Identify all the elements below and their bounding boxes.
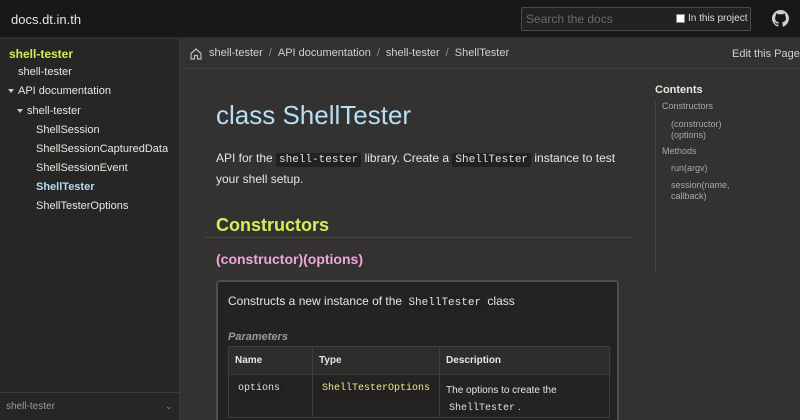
breadcrumb-separator: / (445, 47, 449, 59)
chevron-down-icon: ⌄ (165, 401, 173, 411)
inline-code: ShellTester (405, 296, 485, 310)
sidebar-item-shelltesteroptions[interactable]: ShellTesterOptions (36, 200, 128, 212)
breadcrumb-bar: shell-tester / API documentation / shell-tes… (181, 39, 800, 69)
sidebar-item-label: API documentation (18, 85, 111, 97)
column-header: Name (228, 346, 313, 375)
table-header-row: Name Type Description (228, 346, 611, 375)
github-icon[interactable] (772, 10, 789, 27)
breadcrumb-separator: / (376, 47, 380, 59)
home-icon[interactable] (189, 47, 203, 61)
intro-text: API for the (216, 151, 277, 165)
parameters-label: Parameters (228, 331, 288, 343)
edit-page-link[interactable]: Edit this Page (732, 48, 800, 60)
breadcrumb: shell-tester / API documentation / shell-tes… (209, 47, 509, 59)
sidebar-item-shell-tester-package[interactable]: shell-tester (17, 105, 81, 117)
param-description-end: . (518, 402, 521, 413)
sidebar-item-shellsessioncaptureddata[interactable]: ShellSessionCapturedData (36, 143, 168, 155)
sidebar-item-shellsessionevent[interactable]: ShellSessionEvent (36, 162, 128, 174)
toc-item-session[interactable]: session(name, (671, 180, 730, 191)
description-text: Constructs a new instance of the (228, 294, 406, 308)
section-heading-constructors: Constructors (216, 215, 330, 235)
section-divider (205, 237, 631, 238)
param-name: options (235, 382, 284, 395)
in-project-label: In this project (688, 13, 748, 24)
table-cell: options (228, 374, 313, 418)
inline-code: ShellTester (452, 153, 532, 167)
table-cell: The options to create the ShellTester. (439, 374, 611, 418)
project-selector[interactable]: shell-tester ⌄ (0, 392, 180, 420)
sidebar-project-title[interactable]: shell-tester (9, 47, 73, 61)
in-project-checkbox[interactable] (676, 14, 685, 23)
breadcrumb-item[interactable]: shell-tester (209, 47, 263, 59)
member-heading-constructor: (constructor)(options) (216, 251, 363, 267)
member-card: Constructs a new instance of the ShellTe… (216, 280, 619, 420)
top-bar: docs.dt.in.th In this project (0, 0, 800, 38)
breadcrumb-separator: / (268, 47, 272, 59)
toc-item-constructor[interactable]: (constructor) (671, 119, 722, 130)
page-title: class ShellTester (216, 100, 412, 130)
parameters-table: Name Type Description options ShellTeste… (228, 346, 611, 418)
table-row: options ShellTesterOptions The options t… (228, 374, 611, 418)
toc-item-methods[interactable]: Methods (662, 146, 697, 157)
member-description: Constructs a new instance of the ShellTe… (228, 294, 515, 310)
sidebar-item-shell-tester-home[interactable]: shell-tester (18, 66, 72, 78)
inline-code: shell-tester (276, 153, 362, 167)
column-header: Type (311, 346, 441, 375)
param-description: The options to create the (446, 385, 557, 396)
toc-title: Contents (655, 84, 703, 96)
toc-list: Constructors (constructor) (options) Met… (655, 101, 795, 271)
expand-triangle-icon[interactable] (8, 89, 14, 94)
column-header: Description (439, 346, 611, 375)
intro-text: library. Create a (361, 151, 453, 165)
page-intro: API for the shell-tester library. Create… (216, 149, 616, 189)
toc-item-session-callback[interactable]: callback) (671, 191, 707, 202)
sidebar-item-api-documentation[interactable]: API documentation (8, 85, 111, 97)
breadcrumb-item[interactable]: API documentation (278, 47, 371, 59)
search-box: In this project (521, 7, 751, 31)
sidebar-item-shelltester[interactable]: ShellTester (36, 181, 95, 193)
toc-item-run[interactable]: run(argv) (671, 163, 708, 174)
breadcrumb-item-current[interactable]: ShellTester (455, 47, 509, 59)
search-input[interactable] (522, 8, 672, 30)
breadcrumb-item[interactable]: shell-tester (386, 47, 440, 59)
site-title[interactable]: docs.dt.in.th (11, 12, 81, 27)
description-text: class (484, 294, 515, 308)
expand-triangle-icon[interactable] (17, 109, 23, 114)
sidebar-item-label: shell-tester (27, 105, 81, 117)
in-project-toggle[interactable]: In this project (676, 13, 747, 24)
toc-item-constructors[interactable]: Constructors (662, 101, 713, 112)
table-cell: ShellTesterOptions (311, 374, 441, 418)
sidebar-item-shellsession[interactable]: ShellSession (36, 124, 100, 136)
inline-code: ShellTester (446, 402, 519, 415)
project-selector-value: shell-tester (6, 401, 55, 412)
param-type-link[interactable]: ShellTesterOptions (319, 382, 434, 395)
toc-item-constructor-options[interactable]: (options) (671, 130, 706, 141)
main-content: class ShellTester API for the shell-test… (181, 70, 641, 420)
sidebar: shell-tester shell-tester API documentat… (0, 39, 180, 420)
